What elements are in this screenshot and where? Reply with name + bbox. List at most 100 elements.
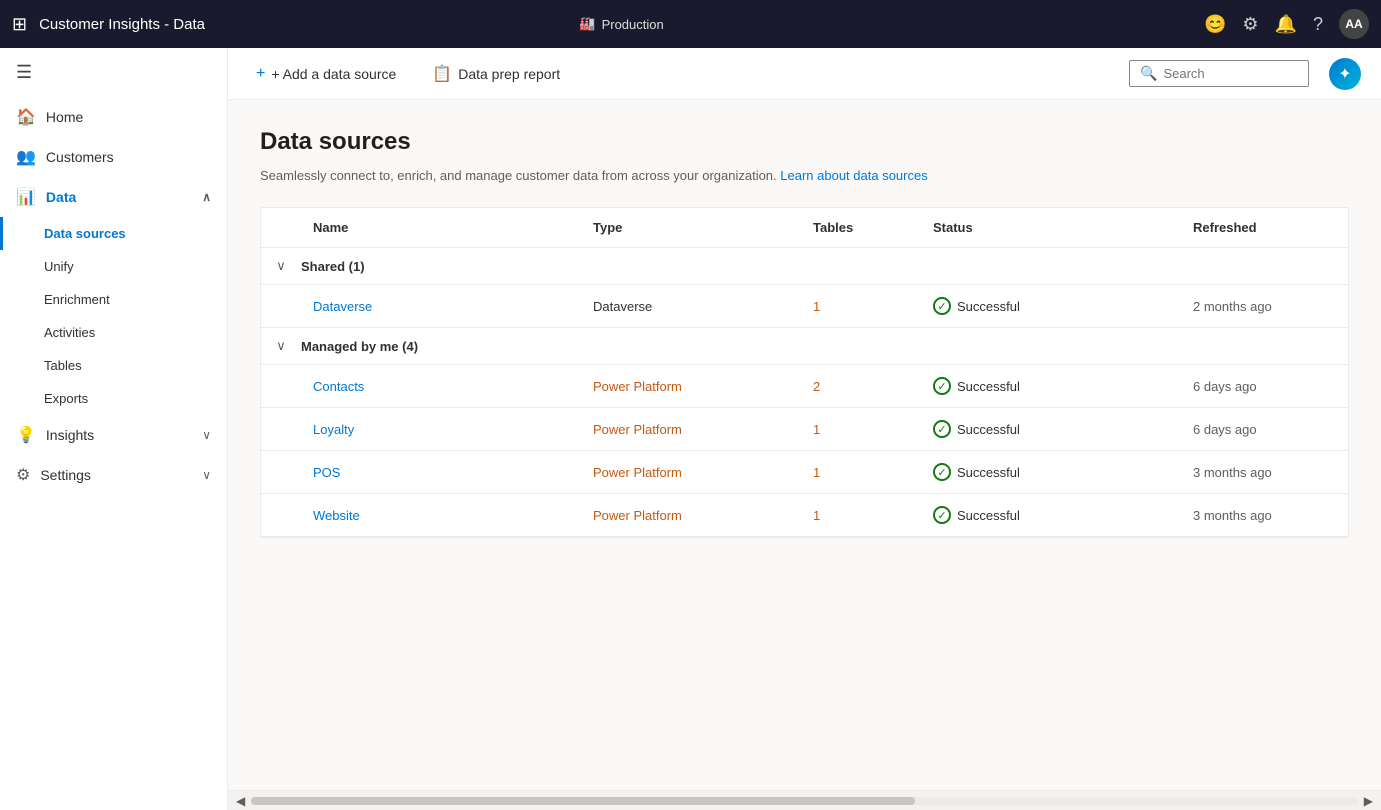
- add-icon: +: [256, 65, 265, 83]
- avatar[interactable]: AA: [1339, 9, 1369, 39]
- settings-nav-icon: ⚙: [16, 465, 30, 485]
- scroll-track[interactable]: [251, 797, 1358, 805]
- sidebar-item-enrichment[interactable]: Enrichment: [0, 283, 227, 316]
- row-tables-dataverse: 1: [801, 299, 921, 314]
- status-icon-contacts: ✓: [933, 377, 951, 395]
- search-input[interactable]: [1163, 66, 1298, 81]
- row-name-website[interactable]: Website: [301, 508, 581, 523]
- grid-icon[interactable]: ⊞: [12, 14, 27, 35]
- app-title: Customer Insights - Data: [39, 16, 579, 33]
- group-managed-expand[interactable]: ∨: [261, 338, 301, 354]
- sidebar-item-unify[interactable]: Unify: [0, 250, 227, 283]
- desc-text: Seamlessly connect to, enrich, and manag…: [260, 168, 777, 183]
- status-label-dataverse: Successful: [957, 299, 1020, 314]
- status-label-loyalty: Successful: [957, 422, 1020, 437]
- sidebar-item-activities[interactable]: Activities: [0, 316, 227, 349]
- sidebar-item-data-sources[interactable]: Data sources: [0, 217, 227, 250]
- scroll-thumb[interactable]: [251, 797, 915, 805]
- row-name-dataverse[interactable]: Dataverse: [301, 299, 581, 314]
- scroll-left-arrow[interactable]: ◀: [236, 794, 245, 808]
- scroll-right-arrow[interactable]: ▶: [1364, 794, 1373, 808]
- sidebar-item-insights[interactable]: 💡 Insights ∨: [0, 415, 227, 455]
- insights-icon: 💡: [16, 425, 36, 445]
- row-tables-loyalty: 1: [801, 422, 921, 437]
- prep-label: Data prep report: [458, 66, 560, 82]
- row-type-contacts: Power Platform: [581, 379, 801, 394]
- row-refreshed-website: 3 months ago: [1181, 508, 1349, 523]
- col-status[interactable]: Status: [921, 220, 1181, 235]
- sidebar-item-exports[interactable]: Exports: [0, 382, 227, 415]
- row-type-website: Power Platform: [581, 508, 801, 523]
- add-label: + Add a data source: [271, 66, 396, 82]
- status-icon-dataverse: ✓: [933, 297, 951, 315]
- row-status-contacts: ✓ Successful: [921, 377, 1181, 395]
- data-prep-report-button[interactable]: 📋 Data prep report: [424, 58, 568, 90]
- hamburger-button[interactable]: ☰: [0, 48, 227, 97]
- sidebar-item-data[interactable]: 📊 Data ∧: [0, 177, 227, 217]
- page-description: Seamlessly connect to, enrich, and manag…: [260, 168, 1349, 183]
- group-shared-label: Shared (1): [301, 259, 1348, 274]
- tables-label: Tables: [44, 358, 82, 373]
- row-refreshed-pos: 3 months ago: [1181, 465, 1349, 480]
- data-sources-label: Data sources: [44, 226, 126, 241]
- group-shared-expand[interactable]: ∨: [261, 258, 301, 274]
- env-selector[interactable]: 🏭 Production: [579, 16, 663, 32]
- row-refreshed-dataverse: 2 months ago: [1181, 299, 1349, 314]
- row-tables-pos: 1: [801, 465, 921, 480]
- add-data-source-button[interactable]: + + Add a data source: [248, 59, 404, 89]
- row-type-dataverse: Dataverse: [581, 299, 801, 314]
- page-title: Data sources: [260, 128, 1349, 156]
- data-sources-table: Name Type Tables Status Refreshed ∨ Shar…: [260, 207, 1349, 538]
- learn-link[interactable]: Learn about data sources: [780, 168, 927, 183]
- row-name-loyalty[interactable]: Loyalty: [301, 422, 581, 437]
- table-row: Website Power Platform 1 ✓ Successful 3 …: [261, 494, 1348, 537]
- home-icon: 🏠: [16, 107, 36, 127]
- sidebar-nav: 🏠 Home 👥 Customers 📊 Data ∧ Data sources…: [0, 97, 227, 495]
- settings-icon[interactable]: ⚙: [1242, 14, 1258, 35]
- report-icon: 📋: [432, 64, 452, 84]
- row-refreshed-contacts: 6 days ago: [1181, 379, 1349, 394]
- data-icon: 📊: [16, 187, 36, 207]
- table-row: Dataverse Dataverse 1 ✓ Successful 2 mon…: [261, 285, 1348, 328]
- settings-expand-icon: ∨: [202, 468, 211, 482]
- sidebar-item-settings[interactable]: ⚙ Settings ∨: [0, 455, 227, 495]
- table-row: POS Power Platform 1 ✓ Successful 3 mont…: [261, 451, 1348, 494]
- col-type[interactable]: Type: [581, 220, 801, 235]
- status-label-pos: Successful: [957, 465, 1020, 480]
- group-shared: ∨ Shared (1): [261, 248, 1348, 285]
- col-refreshed[interactable]: Refreshed: [1181, 220, 1349, 235]
- env-icon: 🏭: [579, 16, 595, 32]
- help-icon[interactable]: ?: [1313, 14, 1323, 35]
- status-icon-loyalty: ✓: [933, 420, 951, 438]
- col-tables[interactable]: Tables: [801, 220, 921, 235]
- search-icon: 🔍: [1140, 65, 1157, 82]
- col-name[interactable]: Name: [301, 220, 581, 235]
- topbar-icons: 😊 ⚙ 🔔 ? AA: [1204, 9, 1369, 39]
- env-label: Production: [602, 17, 664, 32]
- row-tables-contacts: 2: [801, 379, 921, 394]
- emoji-icon[interactable]: 😊: [1204, 14, 1226, 35]
- row-name-pos[interactable]: POS: [301, 465, 581, 480]
- sidebar-item-customers[interactable]: 👥 Customers: [0, 137, 227, 177]
- search-box[interactable]: 🔍: [1129, 60, 1309, 87]
- horizontal-scrollbar: ◀ ▶: [228, 790, 1381, 810]
- insights-expand-icon: ∨: [202, 428, 211, 442]
- sidebar-item-tables[interactable]: Tables: [0, 349, 227, 382]
- exports-label: Exports: [44, 391, 88, 406]
- topbar: ⊞ Customer Insights - Data 🏭 Production …: [0, 0, 1381, 48]
- row-name-contacts[interactable]: Contacts: [301, 379, 581, 394]
- sidebar-item-home[interactable]: 🏠 Home: [0, 97, 227, 137]
- activities-label: Activities: [44, 325, 95, 340]
- status-icon-pos: ✓: [933, 463, 951, 481]
- status-icon-website: ✓: [933, 506, 951, 524]
- group-managed: ∨ Managed by me (4): [261, 328, 1348, 365]
- copilot-button[interactable]: ✦: [1329, 58, 1361, 90]
- table-row: Contacts Power Platform 2 ✓ Successful 6…: [261, 365, 1348, 408]
- unify-label: Unify: [44, 259, 74, 274]
- row-status-loyalty: ✓ Successful: [921, 420, 1181, 438]
- row-type-loyalty: Power Platform: [581, 422, 801, 437]
- table-row: Loyalty Power Platform 1 ✓ Successful 6 …: [261, 408, 1348, 451]
- bell-icon[interactable]: 🔔: [1275, 14, 1297, 35]
- main-content: Data sources Seamlessly connect to, enri…: [228, 100, 1381, 790]
- row-refreshed-loyalty: 6 days ago: [1181, 422, 1349, 437]
